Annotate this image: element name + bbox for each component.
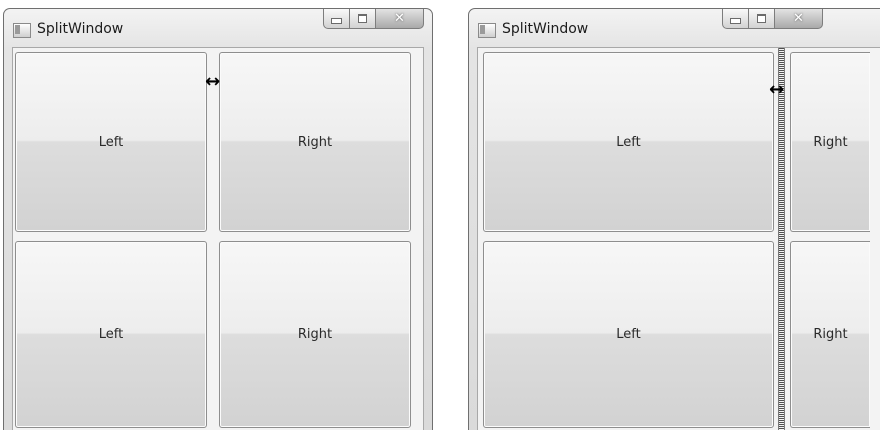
close-icon: ✕	[394, 10, 405, 26]
caption-buttons: ✕	[722, 9, 823, 30]
maximize-button[interactable]	[749, 9, 775, 29]
client-area: Left Right Left Right	[477, 47, 880, 430]
minimize-icon	[331, 17, 342, 24]
split-window-before: SplitWindow ✕ Left Right Left Right ↔	[3, 8, 433, 430]
right-button-bottom[interactable]: Right	[219, 241, 411, 428]
app-icon[interactable]	[13, 23, 31, 38]
grid-splitter[interactable]	[778, 48, 785, 430]
minimize-icon	[730, 17, 741, 24]
caption-buttons: ✕	[323, 9, 424, 30]
left-button-top[interactable]: Left	[483, 52, 774, 232]
app-icon[interactable]	[478, 23, 496, 38]
maximize-icon	[358, 13, 367, 23]
window-title: SplitWindow	[502, 21, 589, 37]
left-button-bottom[interactable]: Left	[483, 241, 774, 428]
close-icon: ✕	[793, 10, 804, 26]
right-button-bottom[interactable]: Right	[790, 241, 870, 428]
close-button[interactable]: ✕	[775, 9, 823, 29]
close-button[interactable]: ✕	[376, 9, 424, 29]
title-bar[interactable]: SplitWindow ✕	[4, 9, 432, 47]
maximize-button[interactable]	[350, 9, 376, 29]
grid-splitter[interactable]	[209, 48, 217, 430]
client-area: Left Right Left Right	[12, 47, 424, 430]
split-window-after: SplitWindow ✕ Left Right Left Right ↔	[468, 8, 880, 430]
title-bar[interactable]: SplitWindow ✕	[469, 9, 880, 47]
right-button-top[interactable]: Right	[219, 52, 411, 232]
minimize-button[interactable]	[722, 9, 749, 29]
minimize-button[interactable]	[323, 9, 350, 29]
right-button-top[interactable]: Right	[790, 52, 870, 232]
maximize-icon	[757, 13, 766, 23]
window-title: SplitWindow	[37, 21, 124, 37]
left-button-top[interactable]: Left	[15, 52, 207, 232]
resize-cursor-icon: ↔	[205, 71, 221, 92]
left-button-bottom[interactable]: Left	[15, 241, 207, 428]
resize-cursor-icon: ↔	[769, 79, 785, 100]
